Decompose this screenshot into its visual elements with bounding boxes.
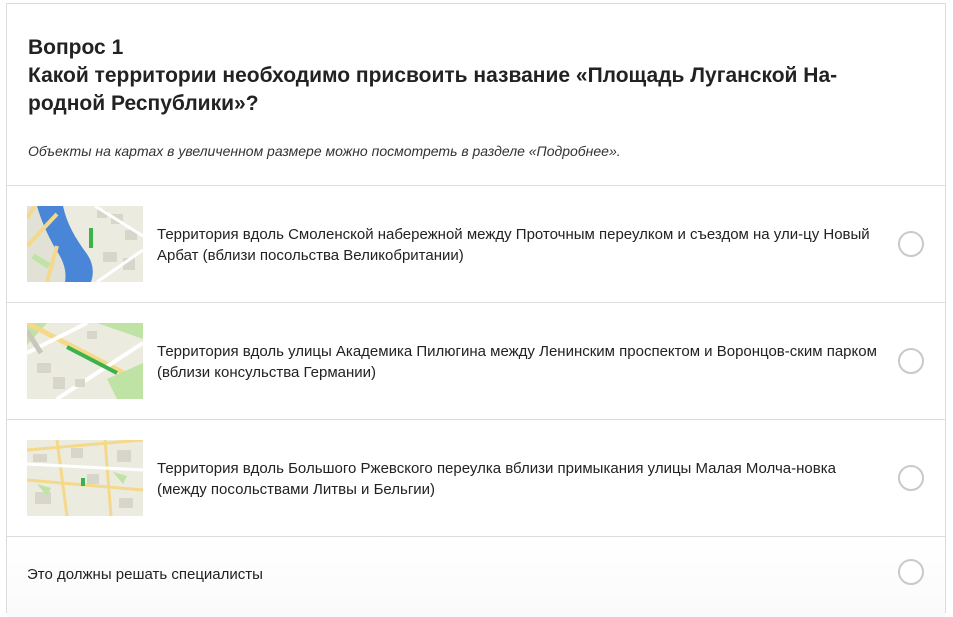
question-card: Вопрос 1 Какой территории необходимо при… — [6, 3, 946, 617]
answer-radio-4[interactable] — [898, 559, 924, 585]
answer-option-text: Территория вдоль улицы Академика Пилюгин… — [157, 343, 877, 381]
answer-option-3[interactable]: Территория вдоль Большого Ржевского пере… — [7, 420, 945, 537]
question-title: Какой территории необходимо присвоить на… — [28, 64, 838, 115]
map-thumbnail-3[interactable] — [27, 440, 143, 516]
answer-radio-2[interactable] — [898, 348, 924, 374]
map-thumbnail-icon — [27, 440, 143, 516]
question-header: Вопрос 1 Какой территории необходимо при… — [7, 4, 945, 186]
map-thumbnail-icon — [27, 206, 143, 282]
answer-option-text: Это должны решать специалисты — [27, 566, 263, 583]
answer-option-2[interactable]: Территория вдоль улицы Академика Пилюгин… — [7, 303, 945, 420]
answer-option-4[interactable]: Это должны решать специалисты — [7, 537, 945, 617]
answer-option-text: Территория вдоль Большого Ржевского пере… — [157, 460, 836, 498]
map-thumbnail-1[interactable] — [27, 206, 143, 282]
answer-option-text: Территория вдоль Смоленской набережной м… — [157, 226, 870, 264]
question-number: Вопрос 1 — [28, 36, 124, 59]
answer-option-1[interactable]: Территория вдоль Смоленской набережной м… — [7, 186, 945, 303]
answer-radio-3[interactable] — [898, 465, 924, 491]
map-thumbnail-icon — [27, 323, 143, 399]
map-thumbnail-2[interactable] — [27, 323, 143, 399]
answer-radio-1[interactable] — [898, 231, 924, 257]
question-hint: Объекты на картах в увеличенном размере … — [28, 143, 621, 159]
